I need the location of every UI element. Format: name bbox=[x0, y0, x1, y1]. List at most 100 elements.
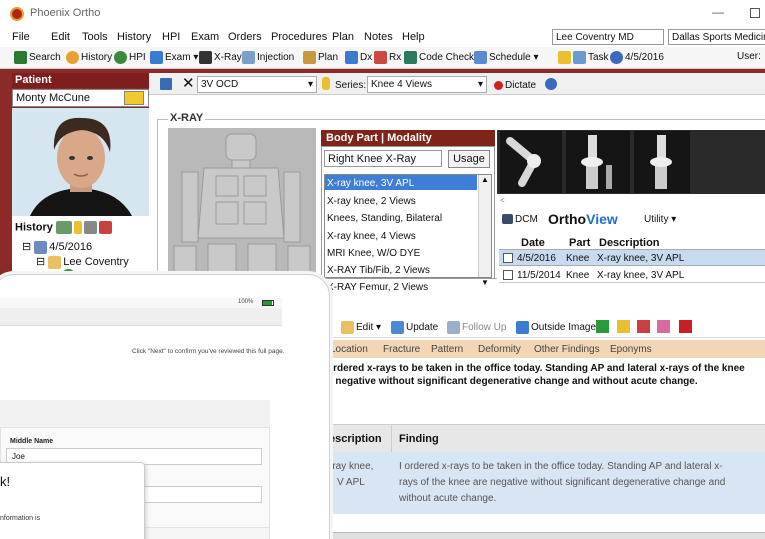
stamp-icon[interactable] bbox=[637, 320, 650, 333]
column-header-description[interactable]: Description bbox=[599, 237, 660, 249]
menu-tools[interactable]: Tools bbox=[82, 31, 108, 43]
body-part-header: Body Part | Modality bbox=[321, 130, 495, 146]
tab-deformity[interactable]: Deformity bbox=[478, 344, 521, 355]
tab-pattern[interactable]: Pattern bbox=[431, 344, 463, 355]
template-select[interactable]: 3V OCD ▾ bbox=[197, 76, 317, 93]
tab-eponyms[interactable]: Eponyms bbox=[610, 344, 652, 355]
printer-icon[interactable] bbox=[83, 221, 97, 234]
scroll-up-icon[interactable]: ▲ bbox=[481, 175, 489, 184]
save-icon[interactable] bbox=[160, 78, 172, 90]
tab-location[interactable]: Location bbox=[330, 344, 368, 355]
row-checkbox[interactable] bbox=[503, 270, 513, 280]
patient-photo bbox=[12, 108, 149, 216]
injection-button[interactable]: Injection bbox=[242, 51, 294, 64]
date-display[interactable]: 4/5/2016 bbox=[610, 51, 664, 64]
dictate-button[interactable]: Dictate bbox=[494, 80, 536, 91]
dx-icon bbox=[345, 51, 358, 64]
modality-option[interactable]: Knees, Standing, Bilateral bbox=[327, 213, 442, 224]
minimize-icon[interactable]: — bbox=[712, 5, 724, 19]
patient-card-icon[interactable] bbox=[124, 91, 144, 105]
body-part-input[interactable]: Right Knee X-Ray bbox=[324, 150, 442, 167]
task-button[interactable]: Task bbox=[558, 51, 609, 64]
menu-file[interactable]: File bbox=[12, 31, 30, 43]
history-filter-icon[interactable] bbox=[55, 221, 72, 234]
modality-option[interactable]: X-RAY Tib/Fib, 2 Views bbox=[327, 265, 430, 276]
menu-plan[interactable]: Plan bbox=[332, 31, 354, 43]
clinic-select[interactable]: Dallas Sports Medicine Cli bbox=[668, 29, 765, 45]
menu-notes[interactable]: Notes bbox=[364, 31, 393, 43]
usage-button[interactable]: Usage bbox=[448, 150, 490, 168]
finding-summary: ordered x-rays to be taken in the office… bbox=[327, 363, 745, 387]
modality-scrollbar[interactable] bbox=[478, 175, 491, 277]
scroll-down-icon[interactable]: ▼ bbox=[481, 278, 489, 287]
update-button[interactable]: Update bbox=[391, 321, 438, 334]
column-header-date[interactable]: Date bbox=[521, 237, 545, 249]
hpi-icon bbox=[114, 51, 127, 64]
xray-thumbnail[interactable] bbox=[500, 131, 562, 193]
xray-section-label: X-RAY bbox=[168, 112, 206, 124]
menu-exam[interactable]: Exam bbox=[191, 31, 219, 43]
menu-orders[interactable]: Orders bbox=[228, 31, 262, 43]
eraser-icon[interactable] bbox=[657, 320, 670, 333]
dcm-button[interactable]: DCM bbox=[502, 214, 538, 225]
outside-image-button[interactable]: Outside Image bbox=[516, 321, 596, 334]
record-icon bbox=[494, 80, 503, 90]
visit-icon bbox=[34, 240, 48, 254]
close-icon[interactable]: ✕ bbox=[182, 74, 195, 92]
finding-row-desc: V APL bbox=[337, 477, 365, 488]
follow-up-icon bbox=[447, 321, 460, 334]
code-check-button[interactable]: Code Check bbox=[404, 51, 474, 64]
menu-edit[interactable]: Edit bbox=[51, 31, 70, 43]
search-icon bbox=[14, 51, 27, 64]
lock-icon[interactable] bbox=[73, 221, 82, 234]
maximize-icon[interactable] bbox=[750, 8, 760, 18]
column-header-description[interactable]: escription bbox=[329, 433, 382, 445]
modality-option[interactable]: MRI Knee, W/O DYE bbox=[327, 248, 420, 259]
row-checkbox[interactable] bbox=[503, 253, 513, 263]
middle-name-label: Middle Name bbox=[10, 438, 54, 445]
folder-icon bbox=[48, 255, 62, 269]
modality-option[interactable]: X-RAY Femur, 2 Views bbox=[327, 282, 428, 293]
menu-history[interactable]: History bbox=[117, 31, 151, 43]
modality-option[interactable]: X-ray knee, 2 Views bbox=[327, 196, 416, 207]
chevron-down-icon: ▾ bbox=[307, 79, 313, 90]
modality-option[interactable]: X-ray knee, 4 Views bbox=[327, 231, 416, 242]
dx-button[interactable]: Dx bbox=[345, 51, 372, 64]
tool-icon[interactable] bbox=[596, 320, 609, 333]
calendar-red-icon[interactable] bbox=[98, 221, 112, 234]
exam-button[interactable]: Exam ▾ bbox=[150, 51, 198, 64]
menu-procedures[interactable]: Procedures bbox=[271, 31, 327, 43]
finding-table-header bbox=[327, 424, 765, 452]
edit-button[interactable]: Edit ▾ bbox=[341, 321, 381, 334]
follow-up-button[interactable]: Follow Up bbox=[447, 321, 506, 334]
schedule-button[interactable]: Schedule ▾ bbox=[474, 51, 539, 64]
series-select[interactable]: Knee 4 Views ▾ bbox=[367, 76, 487, 93]
bookmark-icon[interactable] bbox=[679, 320, 692, 333]
menu-help[interactable]: Help bbox=[402, 31, 425, 43]
xray-button[interactable]: X-Ray bbox=[199, 51, 242, 64]
highlighter-icon[interactable] bbox=[617, 320, 630, 333]
thumb-scroll-left-icon[interactable]: < bbox=[500, 196, 505, 205]
help-icon[interactable] bbox=[545, 78, 557, 90]
tree-provider[interactable]: ⊟ Lee Coventry bbox=[36, 255, 129, 269]
search-button[interactable]: Search bbox=[14, 51, 61, 64]
xray-thumbnail[interactable] bbox=[566, 131, 630, 193]
menu-hpi[interactable]: HPI bbox=[162, 31, 180, 43]
column-header-finding[interactable]: Finding bbox=[399, 433, 439, 445]
plan-button[interactable]: Plan bbox=[303, 51, 338, 64]
body-map[interactable] bbox=[168, 128, 316, 279]
column-header-part[interactable]: Part bbox=[569, 237, 590, 249]
tab-other-findings[interactable]: Other Findings bbox=[534, 344, 600, 355]
rx-button[interactable]: Rx bbox=[374, 51, 401, 64]
modality-option[interactable]: X-ray knee, 3V APL bbox=[327, 178, 414, 189]
utility-menu[interactable]: Utility ▾ bbox=[644, 214, 676, 225]
tree-visit[interactable]: ⊟ 4/5/2016 bbox=[22, 240, 92, 254]
exam-icon bbox=[150, 51, 163, 64]
tab-fracture[interactable]: Fracture bbox=[383, 344, 420, 355]
provider-select[interactable]: Lee Coventry MD bbox=[552, 29, 664, 45]
rx-icon bbox=[374, 51, 387, 64]
history-button[interactable]: History bbox=[66, 51, 112, 64]
hpi-button[interactable]: HPI bbox=[114, 51, 146, 64]
tablet-top-bar bbox=[0, 308, 282, 326]
xray-thumbnail[interactable] bbox=[634, 131, 690, 193]
